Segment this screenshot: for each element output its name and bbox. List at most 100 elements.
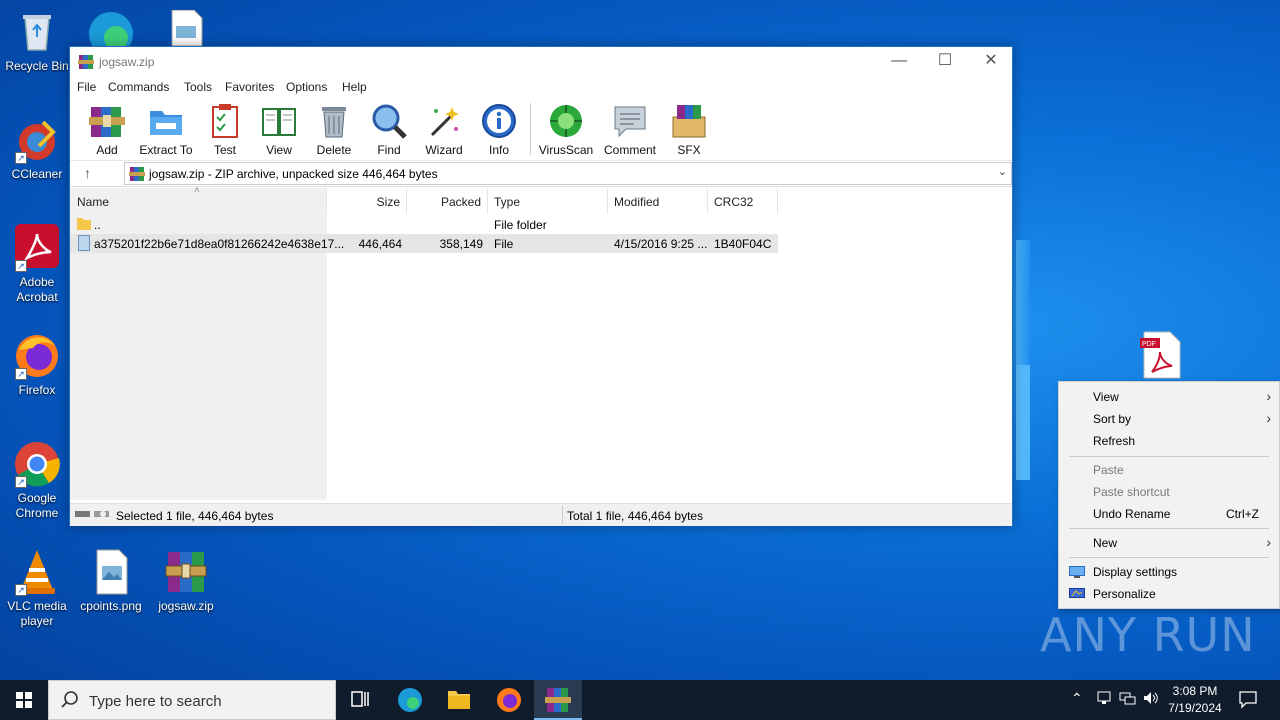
desktop-icon-firefox[interactable]: ↗ Firefox	[1, 332, 73, 398]
column-header-size[interactable]: Size	[327, 188, 407, 214]
view-button[interactable]: View	[249, 103, 309, 157]
column-header-modified[interactable]: Modified	[608, 188, 708, 214]
menu-item-sort-by[interactable]: Sort by ›	[1059, 408, 1279, 430]
taskbar-edge[interactable]	[386, 680, 434, 720]
start-button[interactable]	[0, 680, 48, 720]
folder-icon	[77, 216, 91, 233]
taskbar-clock[interactable]: 3:08 PM 7/19/2024	[1160, 683, 1230, 717]
table-row[interactable]: a375201f22b6e71d8ea0f81266242e4638e17...…	[70, 234, 778, 253]
desktop-icon-vlc[interactable]: ↗ VLC media player	[1, 548, 73, 629]
up-arrow-icon[interactable]: ↑	[84, 165, 91, 181]
window-title: jogsaw.zip	[99, 55, 155, 69]
comment-button[interactable]: Comment	[600, 103, 660, 157]
menu-separator	[1069, 456, 1269, 457]
test-button[interactable]: Test	[195, 103, 255, 157]
address-bar: ↑ jogsaw.zip - ZIP archive, unpacked siz…	[70, 161, 1012, 187]
menu-item-paste[interactable]: Paste	[1059, 459, 1279, 481]
column-header-name[interactable]: Name ˄	[70, 185, 327, 214]
add-button[interactable]: Add	[77, 103, 137, 157]
chevron-down-icon[interactable]: ⌄	[998, 165, 1007, 178]
menu-file[interactable]: File	[77, 80, 96, 94]
menu-item-undo-rename[interactable]: Undo Rename Ctrl+Z	[1059, 503, 1279, 525]
delete-button[interactable]: Delete	[304, 103, 364, 157]
menu-commands[interactable]: Commands	[108, 80, 169, 94]
desktop-icon-label: cpoints.png	[80, 599, 142, 613]
personalize-icon	[1069, 588, 1085, 603]
path-dropdown[interactable]: jogsaw.zip - ZIP archive, unpacked size …	[124, 162, 1012, 185]
clock-date: 7/19/2024	[1168, 701, 1222, 715]
image-file-icon[interactable]	[170, 9, 204, 47]
desktop-icon-jogsaw-zip[interactable]: jogsaw.zip	[150, 548, 222, 614]
virus-scan-icon	[548, 103, 584, 139]
column-header-type[interactable]: Type	[488, 188, 608, 214]
task-view-icon	[351, 691, 369, 707]
column-header-packed[interactable]: Packed	[407, 188, 488, 214]
test-clipboard-icon	[207, 103, 243, 139]
notification-icon[interactable]	[1238, 689, 1258, 712]
toolbar-label: Add	[96, 143, 118, 157]
close-button[interactable]: ✕	[968, 47, 1014, 77]
winrar-archive-icon	[129, 166, 145, 182]
taskbar-file-explorer[interactable]	[435, 680, 483, 720]
desktop-icon-google-chrome[interactable]: ↗ Google Chrome	[1, 440, 73, 521]
virusscan-button[interactable]: VirusScan	[536, 103, 596, 157]
desktop-icon-cpoints-png[interactable]: cpoints.png	[75, 548, 147, 614]
comment-icon	[612, 103, 648, 139]
folder-extract-icon	[148, 103, 184, 139]
desktop-icon-adobe-acrobat[interactable]: ↗ Adobe Acrobat	[1, 224, 73, 305]
shortcut-arrow-icon: ↗	[15, 368, 27, 380]
extract-to-button[interactable]: Extract To	[136, 103, 196, 157]
menu-item-refresh[interactable]: Refresh	[1059, 430, 1279, 452]
menu-item-paste-shortcut[interactable]: Paste shortcut	[1059, 481, 1279, 503]
info-icon	[481, 103, 517, 139]
toolbar-label: Comment	[603, 143, 656, 157]
network-adapter-icon[interactable]	[1096, 690, 1112, 709]
chevron-up-icon[interactable]: ⌃	[1071, 690, 1083, 707]
menu-item-view[interactable]: View ›	[1059, 386, 1279, 408]
desktop-icon-label: Firefox	[18, 383, 56, 397]
info-button[interactable]: Info	[469, 103, 529, 157]
chevron-right-icon: ›	[1266, 388, 1271, 404]
edge-desktop-icon[interactable]	[86, 6, 136, 56]
column-header-crc32[interactable]: CRC32	[708, 188, 778, 214]
winrar-window: jogsaw.zip — ☐ ✕ File Commands Tools Fav…	[69, 46, 1013, 526]
minimize-button[interactable]: —	[876, 47, 922, 77]
network-icon[interactable]	[1119, 690, 1137, 709]
task-view-button[interactable]	[336, 680, 384, 720]
menu-help[interactable]: Help	[342, 80, 367, 94]
desktop-icon-recycle-bin[interactable]: Recycle Bin	[1, 8, 73, 74]
menu-item-personalize[interactable]: Personalize	[1059, 583, 1279, 605]
title-bar[interactable]: jogsaw.zip — ☐ ✕	[70, 47, 1012, 77]
sort-arrow-icon: ˄	[194, 185, 200, 196]
display-icon	[1069, 566, 1085, 581]
wizard-button[interactable]: Wizard	[414, 103, 474, 157]
sfx-box-icon	[671, 103, 707, 139]
trash-can-icon	[316, 103, 352, 139]
image-file-icon	[87, 548, 135, 596]
toolbar-label: Delete	[316, 143, 352, 157]
table-row[interactable]: .. File folder	[70, 215, 778, 234]
menu-item-display-settings[interactable]: Display settings	[1059, 561, 1279, 583]
taskbar-firefox[interactable]	[485, 680, 533, 720]
menu-options[interactable]: Options	[286, 80, 327, 94]
pdf-file-desktop-icon[interactable]: PDF	[1138, 330, 1184, 380]
sfx-button[interactable]: SFX	[659, 103, 719, 157]
menu-favorites[interactable]: Favorites	[225, 80, 274, 94]
drive-icons	[75, 508, 111, 523]
menu-separator	[1069, 557, 1269, 558]
status-separator	[562, 506, 563, 524]
menu-tools[interactable]: Tools	[184, 80, 212, 94]
desktop-icon-ccleaner[interactable]: ↗ CCleaner	[1, 116, 73, 182]
find-button[interactable]: Find	[359, 103, 419, 157]
status-bar: Selected 1 file, 446,464 bytes Total 1 f…	[70, 503, 1012, 526]
taskbar-search-box[interactable]: Type here to search	[48, 680, 336, 720]
toolbar-label: Info	[488, 143, 509, 157]
maximize-button[interactable]: ☐	[922, 47, 968, 77]
taskbar-winrar[interactable]	[534, 680, 582, 720]
anyrun-watermark: ANY RUN	[1040, 608, 1256, 662]
firefox-icon: ↗	[13, 332, 61, 380]
volume-icon[interactable]	[1142, 690, 1160, 709]
adobe-acrobat-icon: ↗	[13, 224, 61, 272]
folder-icon	[448, 691, 470, 709]
menu-item-new[interactable]: New ›	[1059, 532, 1279, 554]
